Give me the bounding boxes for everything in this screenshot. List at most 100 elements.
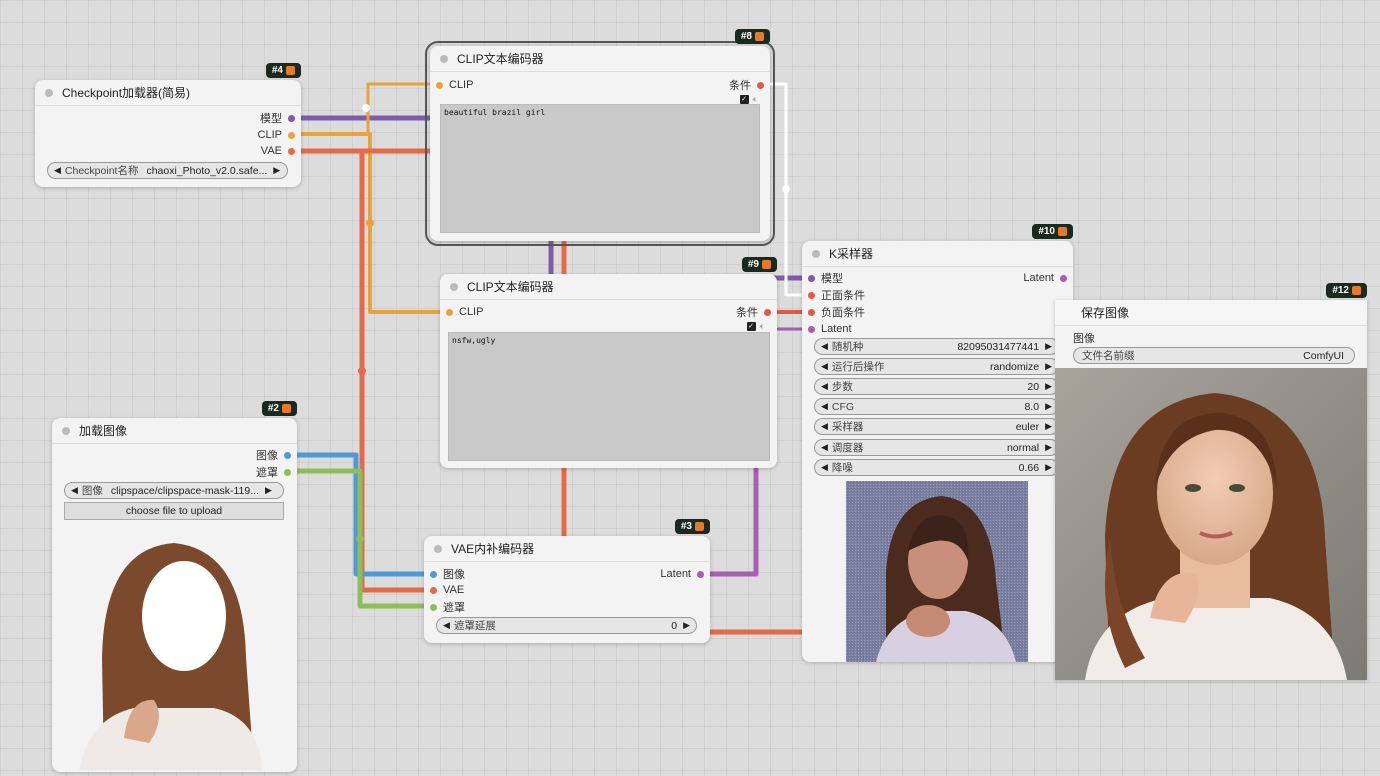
arrow-left-icon[interactable]: ◀ (821, 421, 828, 432)
fox-icon (755, 32, 764, 41)
wire-latent (699, 465, 759, 577)
collapse-dot-icon[interactable] (450, 282, 458, 291)
arrow-right-icon[interactable]: ▶ (1045, 462, 1052, 473)
arrow-left-icon[interactable]: ◀ (71, 485, 78, 496)
arrow-right-icon[interactable]: ▶ (1045, 442, 1052, 453)
arrow-left-icon[interactable]: ◀ (821, 401, 828, 412)
input-slot-mask[interactable]: 遮罩 (430, 600, 465, 614)
arrow-left-icon[interactable]: ◀ (443, 620, 450, 631)
arrow-right-icon[interactable]: ▶ (1045, 361, 1052, 372)
slot-dot-icon[interactable] (430, 603, 437, 611)
node-title-bar[interactable]: K采样器 (802, 241, 1073, 267)
ckpt-name-combo[interactable]: ◀ Checkpoint名称 chaoxi_Photo_v2.0.safe...… (47, 162, 288, 179)
upload-button[interactable]: choose file to upload (64, 502, 284, 520)
widget-label: 采样器 (831, 421, 864, 433)
text-controls: ✓ 🔈︎ (746, 321, 765, 332)
slot-dot-icon[interactable] (430, 586, 437, 594)
input-slot-image[interactable]: 图像 (430, 567, 465, 581)
vae-encode-inpaint-node[interactable]: #3 VAE内补编码器 图像 VAE 遮罩 Latent ◀ 遮罩延展 0 ▶ (424, 519, 710, 643)
slot-dot-icon[interactable] (436, 81, 443, 89)
slot-dot-icon[interactable] (808, 274, 815, 282)
clip-text-encode-negative-node[interactable]: #9 CLIP文本编码器 CLIP 条件 ✓ 🔈︎ nsfw,ugly (440, 257, 777, 468)
slot-dot-icon[interactable] (764, 308, 771, 316)
slot-dot-icon[interactable] (757, 81, 764, 89)
output-slot-clip[interactable]: CLIP (258, 128, 295, 142)
input-slot-clip[interactable]: CLIP (446, 305, 483, 319)
slot-dot-icon[interactable] (288, 114, 295, 122)
sampler-widget[interactable]: ◀ 采样器 euler ▶ (814, 418, 1059, 435)
output-slot-conditioning[interactable]: 条件 (736, 305, 771, 319)
control-after-generate-widget[interactable]: ◀ 运行后操作 randomize ▶ (814, 358, 1059, 375)
slot-dot-icon[interactable] (288, 131, 295, 139)
arrow-right-icon[interactable]: ▶ (1045, 401, 1052, 412)
checkpoint-loader-node[interactable]: #4 Checkpoint加载器(简易) 模型 CLIP VAE ◀ Check… (35, 63, 301, 187)
clip-text-encode-positive-node[interactable]: #8 CLIP文本编码器 CLIP 条件 ✓ 🔈︎ beautiful braz… (425, 29, 775, 246)
collapse-dot-icon[interactable] (45, 88, 53, 97)
filename-prefix-widget[interactable]: 文件名前缀 ComfyUI (1073, 347, 1355, 364)
slot-dot-icon[interactable] (284, 468, 291, 476)
output-slot-latent[interactable]: Latent (1023, 271, 1067, 285)
seed-widget[interactable]: ◀ 随机种 82095031477441 ▶ (814, 338, 1059, 355)
output-slot-model[interactable]: 模型 (260, 111, 295, 125)
arrow-right-icon[interactable]: ▶ (265, 485, 272, 496)
input-slot-clip[interactable]: CLIP (436, 78, 473, 92)
slot-dot-icon[interactable] (446, 308, 453, 316)
image-file-combo[interactable]: ◀ 图像 clipspace/clipspace-mask-119... ▶ (64, 482, 284, 499)
slot-dot-icon[interactable] (288, 147, 295, 155)
arrow-left-icon[interactable]: ◀ (821, 442, 828, 453)
input-slot-vae[interactable]: VAE (430, 583, 464, 597)
slot-dot-icon[interactable] (284, 451, 291, 459)
arrow-left-icon[interactable]: ◀ (54, 165, 61, 176)
output-slot-mask[interactable]: 遮罩 (256, 465, 291, 479)
arrow-left-icon[interactable]: ◀ (821, 361, 828, 372)
scheduler-widget[interactable]: ◀ 调度器 normal ▶ (814, 439, 1059, 456)
collapse-dot-icon[interactable] (812, 249, 820, 258)
fox-icon (695, 522, 704, 531)
slot-dot-icon[interactable] (697, 570, 704, 578)
input-slot-model[interactable]: 模型 (808, 271, 843, 285)
node-title-bar[interactable]: Checkpoint加载器(简易) (35, 80, 301, 106)
arrow-right-icon[interactable]: ▶ (1045, 381, 1052, 392)
slot-dot-icon[interactable] (808, 291, 815, 299)
collapse-dot-icon[interactable] (62, 426, 70, 435)
input-slot-negative[interactable]: 负面条件 (808, 305, 865, 319)
dynamic-prompt-checkbox[interactable]: ✓ (746, 322, 756, 331)
ksampler-node[interactable]: #10 K采样器 模型 正面条件 负面条件 Latent Latent ◀ 随机种… (802, 224, 1073, 662)
prompt-textarea[interactable]: beautiful brazil girl (440, 104, 760, 233)
slot-label: Latent (660, 568, 691, 580)
node-title-bar[interactable]: CLIP文本编码器 (440, 274, 777, 300)
collapse-dot-icon[interactable] (440, 54, 448, 63)
steps-widget[interactable]: ◀ 步数 20 ▶ (814, 378, 1059, 395)
speaker-icon[interactable]: 🔈︎ (760, 321, 765, 332)
prompt-textarea[interactable]: nsfw,ugly (448, 332, 770, 461)
output-slot-vae[interactable]: VAE (261, 144, 295, 158)
arrow-right-icon[interactable]: ▶ (1045, 341, 1052, 352)
arrow-right-icon[interactable]: ▶ (683, 620, 690, 631)
node-title-bar[interactable]: 保存图像 (1055, 300, 1367, 326)
input-slot-latent[interactable]: Latent (808, 322, 852, 336)
arrow-right-icon[interactable]: ▶ (273, 165, 280, 176)
arrow-left-icon[interactable]: ◀ (821, 381, 828, 392)
slot-dot-icon[interactable] (430, 570, 437, 578)
denoise-widget[interactable]: ◀ 降噪 0.66 ▶ (814, 459, 1059, 476)
output-slot-image[interactable]: 图像 (256, 448, 291, 462)
slot-dot-icon[interactable] (1060, 274, 1067, 282)
load-image-node[interactable]: #2 加载图像 图像 遮罩 ◀ 图像 clipspace/clipspace-m… (52, 401, 297, 772)
dynamic-prompt-checkbox[interactable]: ✓ (739, 95, 749, 104)
node-title-bar[interactable]: 加载图像 (52, 418, 297, 444)
node-title-bar[interactable]: VAE内补编码器 (424, 536, 710, 562)
cfg-widget[interactable]: ◀ CFG 8.0 ▶ (814, 398, 1059, 415)
slot-dot-icon[interactable] (808, 308, 815, 316)
slot-dot-icon[interactable] (808, 325, 815, 333)
save-image-node[interactable]: #12 保存图像 图像 文件名前缀 ComfyUI (1055, 283, 1367, 680)
arrow-right-icon[interactable]: ▶ (1045, 421, 1052, 432)
collapse-dot-icon[interactable] (434, 544, 442, 553)
arrow-left-icon[interactable]: ◀ (821, 462, 828, 473)
node-title-bar[interactable]: CLIP文本编码器 (430, 46, 770, 72)
arrow-left-icon[interactable]: ◀ (821, 341, 828, 352)
grow-mask-widget[interactable]: ◀ 遮罩延展 0 ▶ (436, 617, 697, 634)
output-slot-latent[interactable]: Latent (660, 567, 704, 581)
output-slot-conditioning[interactable]: 条件 (729, 78, 764, 92)
input-slot-positive[interactable]: 正面条件 (808, 288, 865, 302)
input-slot-image[interactable]: 图像 (1073, 331, 1095, 345)
